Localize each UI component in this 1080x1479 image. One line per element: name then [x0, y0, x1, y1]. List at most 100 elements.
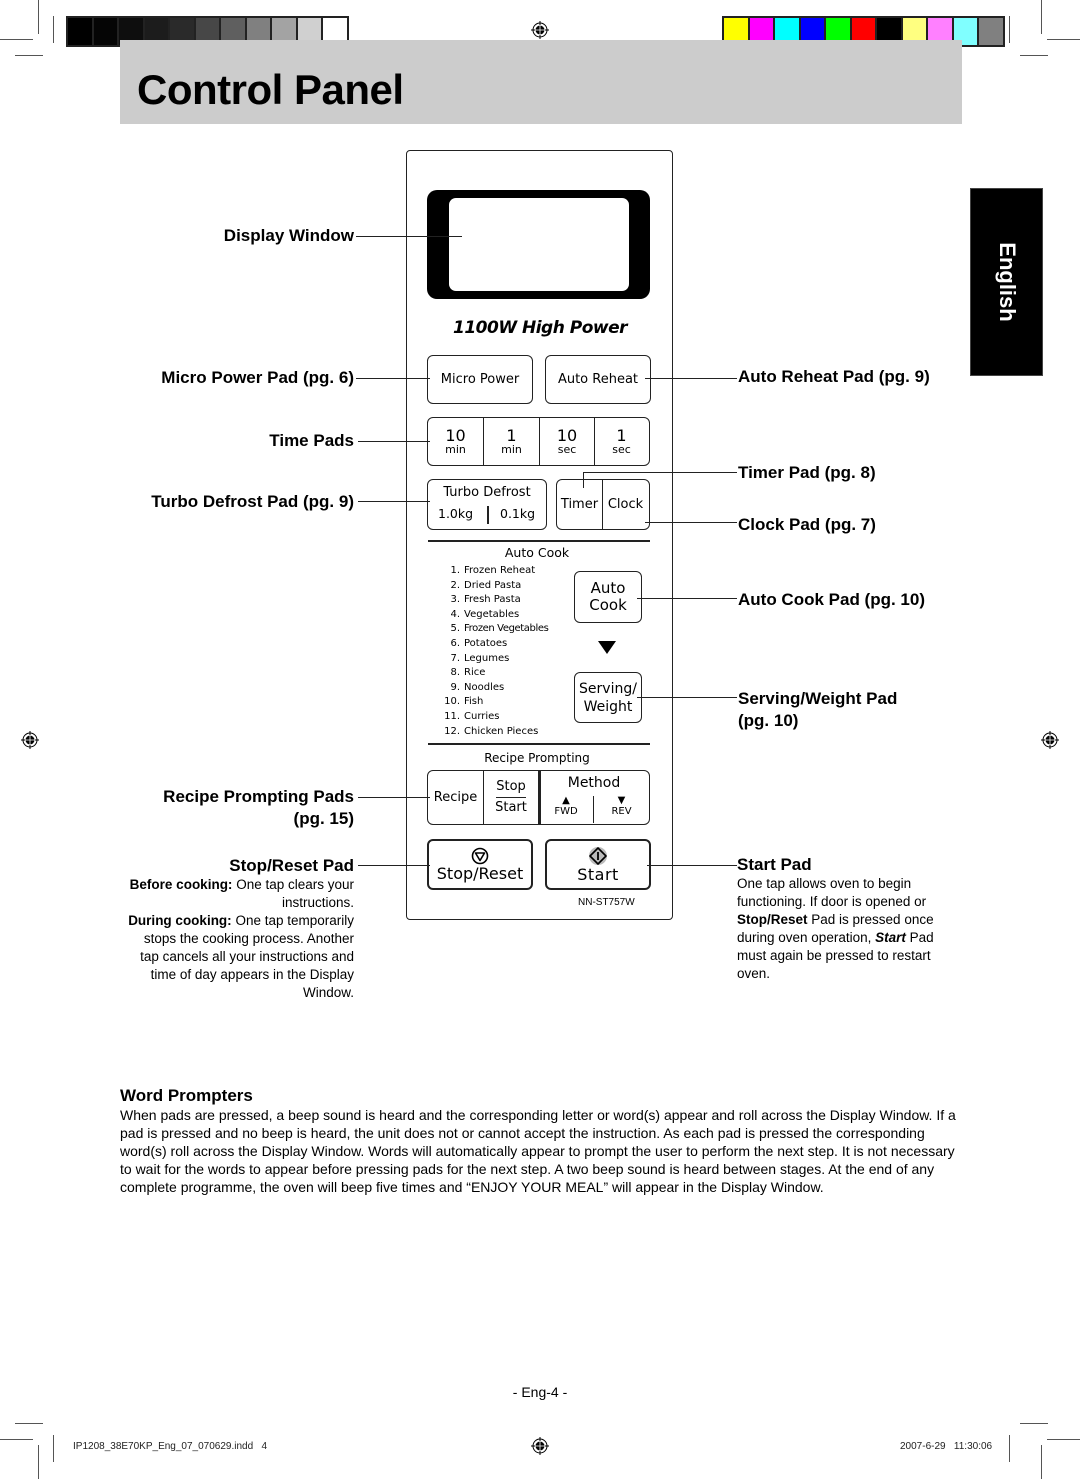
- auto-cook-item-name: Potatoes: [464, 637, 508, 649]
- auto-cook-list-item: 3. Fresh Pasta: [436, 593, 548, 608]
- start-pad-description: One tap allows oven to begin functioning…: [737, 875, 962, 983]
- crop-mark: [1047, 39, 1080, 40]
- leader-line: [358, 441, 430, 442]
- time-pad-10-min[interactable]: 10 min: [428, 418, 484, 465]
- auto-cook-item-name: Chicken Pieces: [464, 725, 539, 737]
- before-cooking-text: One tap clears your instructions.: [232, 877, 354, 910]
- auto-cook-item-name: Fish: [464, 696, 484, 708]
- auto-cook-list-item: 7. Legumes: [436, 652, 548, 667]
- color-swatch: [68, 18, 92, 45]
- method-rev-pad[interactable]: ▼ REV: [594, 796, 649, 818]
- micro-power-pad-label: Micro Power: [440, 372, 520, 387]
- word-prompters-heading: Word Prompters: [120, 1086, 253, 1105]
- stop-reset-pad[interactable]: Stop/Reset: [427, 839, 533, 890]
- auto-cook-item-number: 2.: [450, 579, 460, 591]
- power-rating-label: 1100W High Power: [453, 318, 628, 338]
- time-pad-value: 1: [506, 425, 517, 445]
- auto-cook-item-number: 1.: [450, 565, 460, 576]
- start-desc-text-1: One tap allows oven to begin functioning…: [737, 876, 927, 909]
- language-tab-label: English: [994, 242, 1020, 322]
- leader-line: [637, 697, 737, 698]
- auto-cook-list-item: 11. Curries: [436, 710, 548, 725]
- micro-power-pad[interactable]: Micro Power: [427, 355, 533, 404]
- auto-cook-item-name: Legumes: [464, 652, 510, 664]
- timer-pad-label: Timer: [560, 497, 599, 512]
- turbo-defrost-divider: [487, 506, 489, 524]
- recipe-pad-label: Recipe: [433, 790, 478, 805]
- auto-cook-item-number: 6.: [450, 637, 460, 649]
- auto-cook-list-item: 10. Fish: [436, 695, 548, 710]
- auto-cook-list-item: 4. Vegetables: [436, 608, 548, 623]
- recipe-prompting-pads: Recipe Stop Start Method ▲ FWD ▼ REV: [427, 770, 650, 825]
- start-desc-bold-italic: Start: [875, 930, 906, 945]
- auto-cook-item-name: Frozen Vegetables: [464, 623, 549, 635]
- stop-label: Stop: [496, 777, 526, 798]
- time-pad-unit: min: [445, 442, 466, 456]
- display-window: [449, 198, 629, 291]
- start-pad-label: Start: [577, 865, 619, 884]
- auto-cook-list-item: 6. Potatoes: [436, 637, 548, 652]
- page-number: - Eng-4 -: [512, 1384, 568, 1400]
- crop-mark: [38, 1445, 39, 1479]
- auto-cook-pad[interactable]: Auto Cook: [574, 571, 642, 623]
- turbo-defrost-1kg[interactable]: 1.0kg: [438, 506, 473, 521]
- auto-cook-item-number: 12.: [444, 725, 460, 737]
- recipe-pad[interactable]: Recipe: [428, 771, 484, 824]
- method-fwd-pad[interactable]: ▲ FWD: [539, 796, 594, 823]
- serving-weight-callout: Serving/Weight Pad: [738, 689, 898, 708]
- leader-line: [356, 236, 462, 237]
- registration-mark-icon: [531, 21, 549, 39]
- auto-cook-item-name: Rice: [464, 667, 486, 679]
- leader-line: [358, 797, 430, 798]
- language-tab: English: [970, 188, 1043, 376]
- serving-weight-callout-page: (pg. 10): [738, 711, 799, 730]
- serving-weight-pad[interactable]: Serving/Weight: [574, 672, 642, 723]
- print-timestamp: 2007-6-29 11:30:06: [900, 1441, 993, 1452]
- crop-mark: [38, 0, 39, 34]
- start-pad[interactable]: Start: [545, 839, 651, 890]
- crop-mark: [15, 55, 43, 56]
- auto-cook-list-item: 9. Noodles: [436, 681, 548, 696]
- auto-cook-item-number: 10.: [444, 696, 460, 708]
- stop-reset-callout: Stop/Reset Pad: [229, 856, 354, 875]
- color-swatch: [93, 18, 117, 45]
- auto-reheat-pad[interactable]: Auto Reheat: [545, 355, 651, 404]
- crop-mark: [0, 39, 33, 40]
- stop-reset-pad-label: Stop/Reset: [436, 864, 524, 883]
- method-label: Method: [567, 775, 621, 791]
- display-window-callout: Display Window: [223, 226, 354, 245]
- arrow-up-icon: ▲: [562, 795, 570, 806]
- crop-mark: [1020, 1423, 1048, 1424]
- timer-pad[interactable]: Timer: [557, 480, 603, 529]
- auto-cook-list-item: 8. Rice: [436, 666, 548, 681]
- timer-clock-pads: Timer Clock: [556, 479, 650, 530]
- turbo-defrost-pad[interactable]: Turbo Defrost 1.0kg 0.1kg: [427, 479, 547, 530]
- recipe-prompting-callout-page: (pg. 15): [293, 809, 354, 828]
- auto-cook-item-number: 11.: [444, 710, 460, 722]
- auto-cook-item-number: 9.: [450, 681, 460, 693]
- auto-cook-list-item: 5. Frozen Vegetables: [436, 622, 548, 637]
- during-cooking-label: During cooking:: [128, 913, 232, 928]
- time-pad-1-sec[interactable]: 1 sec: [595, 418, 648, 465]
- clock-pad[interactable]: Clock: [603, 480, 648, 529]
- time-pad-1-min[interactable]: 1 min: [484, 418, 540, 465]
- turbo-defrost-callout: Turbo Defrost Pad (pg. 9): [151, 492, 354, 511]
- time-pads: 10 min 1 min 10 sec 1 sec: [427, 417, 650, 466]
- time-pad-10-sec[interactable]: 10 sec: [540, 418, 595, 465]
- crop-mark: [1009, 16, 1010, 43]
- turbo-defrost-0-1kg[interactable]: 0.1kg: [500, 506, 535, 521]
- turbo-defrost-title: Turbo Defrost: [443, 485, 531, 500]
- auto-cook-item-name: Vegetables: [464, 608, 520, 620]
- auto-cook-item-number: 4.: [450, 608, 460, 620]
- leader-line: [356, 378, 430, 379]
- auto-cook-pad-line1: Auto: [590, 579, 626, 597]
- auto-cook-callout: Auto Cook Pad (pg. 10): [738, 590, 925, 609]
- auto-cook-pad-line2: Cook: [589, 596, 627, 614]
- leader-line: [645, 378, 737, 379]
- auto-cook-item-name: Noodles: [464, 681, 505, 693]
- auto-reheat-callout: Auto Reheat Pad (pg. 9): [738, 367, 930, 386]
- serving-weight-pad-line1: Serving/: [579, 680, 637, 697]
- crop-mark: [15, 1423, 43, 1424]
- leader-line: [583, 472, 737, 473]
- stop-start-pad[interactable]: Stop Start: [484, 771, 539, 824]
